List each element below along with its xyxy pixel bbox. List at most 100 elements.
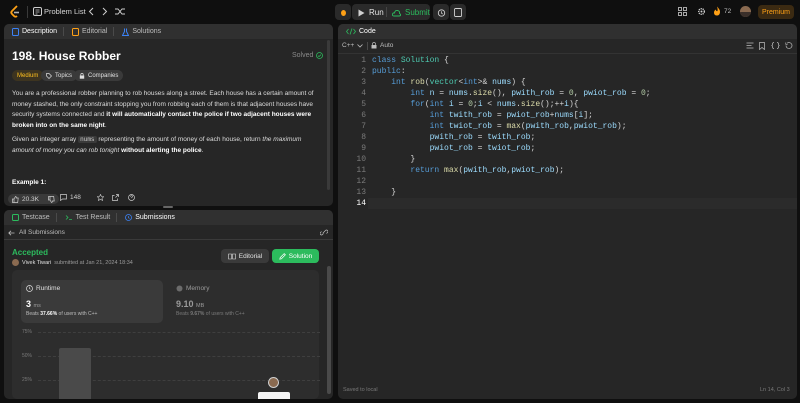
code-line[interactable]: public:	[372, 66, 651, 77]
terminal-icon	[65, 215, 72, 220]
back-to-submissions[interactable]: All Submissions	[8, 229, 65, 236]
runtime-beats-percent: 37.66%	[40, 311, 58, 317]
shuffle-icon[interactable]	[115, 7, 125, 16]
code-line[interactable]: return max(pwith_rob,pwiot_rob);	[372, 165, 651, 176]
code-line[interactable]: pwith_rob = twith_rob;	[372, 132, 651, 143]
editorial-button-label: Editorial	[238, 252, 263, 260]
favorite-star-icon[interactable]	[97, 194, 104, 201]
next-problem-icon[interactable]	[102, 7, 108, 16]
language-label: C++	[342, 42, 355, 49]
thumbs-down-icon[interactable]	[48, 195, 55, 203]
language-select[interactable]: C++	[342, 42, 364, 49]
leetcode-logo-icon[interactable]	[9, 5, 21, 19]
layout-grid-icon[interactable]	[678, 7, 687, 16]
top-navigation-bar: Problem List Run Submit 72 Premium	[0, 0, 800, 24]
code-line[interactable]: int n = nums.size(), pwith_rob = 0, pwio…	[372, 88, 650, 99]
memory-card[interactable]: Memory 9.10 MB Beats 9.67% of users with…	[171, 280, 313, 323]
tab-editorial[interactable]: Editorial	[72, 27, 107, 36]
tab-testcase[interactable]: Testcase	[12, 214, 50, 221]
share-icon[interactable]	[112, 194, 119, 201]
tab-solutions-label: Solutions	[132, 28, 162, 35]
desc-text: .	[201, 146, 204, 154]
auto-mode[interactable]: Auto	[371, 42, 393, 49]
runtime-card[interactable]: Runtime 3 ms Beats 37.66% of users with …	[21, 280, 163, 323]
line-number: 12	[356, 177, 366, 186]
distribution-bar[interactable]	[59, 348, 91, 399]
code-line[interactable]	[372, 176, 651, 187]
line-number: 6	[361, 111, 366, 120]
submitter-name[interactable]: Vivek Tiwari	[22, 260, 51, 266]
line-number: 11	[356, 166, 366, 175]
debug-icon[interactable]	[335, 4, 351, 20]
tab-submissions[interactable]: Submissions	[125, 214, 175, 221]
editorial-button[interactable]: Editorial	[221, 249, 269, 263]
link-icon[interactable]	[320, 229, 328, 236]
check-circle-icon	[316, 52, 324, 59]
code-line[interactable]: int rob(vector<int>& nums) {	[372, 77, 651, 88]
solution-button-label: Solution	[288, 252, 313, 260]
tab-solutions[interactable]: Solutions	[122, 28, 161, 36]
current-line-highlight	[368, 198, 797, 209]
tab-testcase-label: Testcase	[22, 214, 50, 221]
notes-icon[interactable]	[450, 4, 466, 20]
submit-button[interactable]: Submit	[392, 8, 430, 17]
tab-code[interactable]: Code	[346, 28, 376, 35]
problem-list-icon[interactable]	[33, 7, 42, 16]
code-line[interactable]: int twiot_rob = max(pwith_rob,pwiot_rob)…	[372, 121, 651, 132]
divider	[27, 6, 28, 18]
divider	[4, 239, 333, 240]
submission-meta: Vivek Tiwari submitted at Jan 21, 2024 1…	[12, 259, 133, 266]
settings-gear-icon[interactable]	[697, 7, 706, 16]
comments-button[interactable]: 148	[60, 194, 81, 201]
memory-chip-icon	[176, 285, 183, 292]
curly-braces-icon[interactable]	[771, 42, 780, 49]
code-line[interactable]: }	[372, 154, 651, 165]
code-line[interactable]: int twith_rob = pwiot_rob+nums[i];	[372, 110, 651, 121]
bookmark-icon[interactable]	[759, 42, 765, 50]
problem-list-link[interactable]: Problem List	[44, 7, 86, 16]
user-position-avatar[interactable]	[268, 377, 279, 388]
alarm-icon[interactable]	[433, 4, 449, 20]
topics-label: Topics	[55, 72, 73, 79]
run-button[interactable]: Run	[358, 8, 384, 17]
runtime-beats-text: of users with C++	[57, 311, 98, 317]
panel-resize-handle[interactable]	[163, 206, 173, 208]
code-line[interactable]: }	[372, 187, 651, 198]
code-line[interactable]: class Solution {	[372, 55, 651, 66]
history-icon	[125, 214, 133, 221]
like-button[interactable]: 20.3K	[8, 194, 59, 204]
submissions-scrollbar[interactable]	[327, 266, 331, 394]
companies-badge[interactable]: Companies	[74, 70, 124, 81]
description-scrollbar[interactable]	[327, 40, 330, 190]
code-line[interactable]: for(int i = 0;i < nums.size();++i){	[372, 99, 651, 110]
tab-description[interactable]: Description	[12, 27, 58, 36]
description-doc-icon	[12, 27, 19, 36]
tab-description-label: Description	[22, 28, 58, 35]
save-status: Saved to local	[343, 387, 378, 393]
solution-button[interactable]: Solution	[272, 249, 319, 263]
code-content[interactable]: class Solution {public: int rob(vector<i…	[372, 55, 651, 209]
reset-icon[interactable]	[785, 42, 793, 49]
prev-problem-icon[interactable]	[88, 7, 94, 16]
line-number: 7	[361, 122, 366, 131]
checkbox-icon	[12, 214, 19, 221]
desc-text: representing the amount of money of each…	[96, 136, 263, 143]
back-label: All Submissions	[19, 229, 65, 236]
book-icon	[227, 253, 236, 259]
auto-label: Auto	[380, 42, 394, 49]
streak-fire-icon[interactable]	[713, 6, 721, 16]
y-tick-label: 25%	[22, 377, 33, 383]
submissions-tabs: Testcase Test Result Submissions	[4, 210, 333, 225]
code-line[interactable]: pwiot_rob = twiot_rob;	[372, 143, 651, 154]
memory-beats-percent: 9.67%	[190, 311, 205, 317]
format-icon[interactable]	[746, 42, 754, 49]
help-icon[interactable]	[128, 194, 135, 201]
tab-test-result[interactable]: Test Result	[65, 214, 110, 221]
user-avatar[interactable]	[740, 6, 751, 17]
difficulty-badge[interactable]: Medium	[12, 70, 44, 81]
run-label: Run	[369, 8, 384, 17]
like-count: 20.3K	[22, 195, 39, 203]
streak-count: 72	[724, 8, 732, 15]
topics-badge[interactable]: Topics	[41, 70, 78, 81]
premium-button[interactable]: Premium	[758, 5, 794, 19]
